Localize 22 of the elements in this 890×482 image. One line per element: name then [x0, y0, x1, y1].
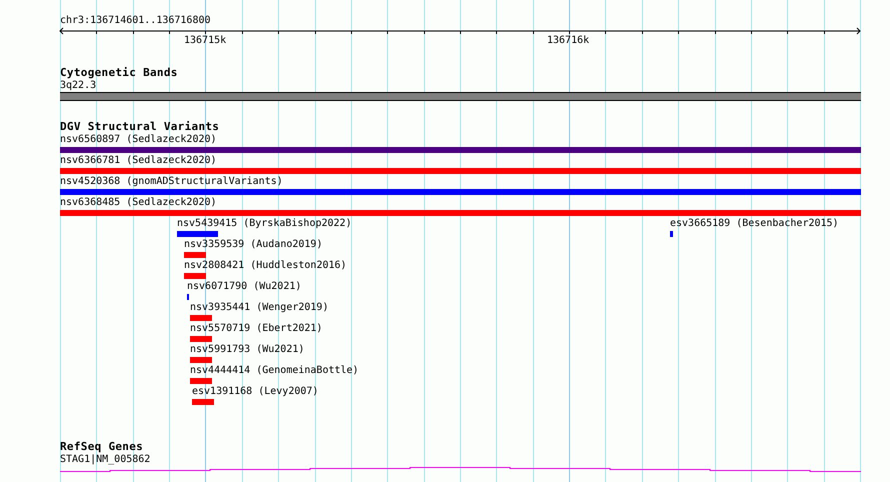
tick-label: 136715k	[184, 35, 226, 47]
variant-label: nsv4444414 (GenomeinaBottle)	[190, 365, 359, 377]
band-label: 3q22.3	[60, 80, 96, 92]
variant-label: nsv6368485 (Sedlazeck2020)	[60, 197, 217, 209]
variant-label: nsv5570719 (Ebert2021)	[190, 323, 322, 335]
variant-label: nsv5991793 (Wu2021)	[190, 344, 304, 356]
variant-label: nsv3359539 (Audano2019)	[184, 239, 322, 251]
variant-label: nsv6560897 (Sedlazeck2020)	[60, 134, 217, 146]
variant-label: nsv2808421 (Huddleston2016)	[184, 260, 347, 272]
location-label: chr3:136714601..136716800	[60, 15, 211, 27]
variant-label: nsv6071790 (Wu2021)	[187, 281, 302, 293]
variant-label: esv3665189 (Besenbacher2015)	[670, 218, 839, 230]
variant-label: nsv5439415 (ByrskaBishop2022)	[177, 218, 352, 230]
track-title: RefSeq Genes	[60, 441, 144, 453]
tick-label: 136716k	[547, 35, 590, 47]
track-title: Cytogenetic Bands	[60, 67, 178, 79]
variant-label: nsv3935441 (Wenger2019)	[190, 302, 328, 314]
track-title: DGV Structural Variants	[60, 121, 220, 133]
gene-label: STAG1|NM_005862	[60, 454, 150, 466]
variant-label: esv1391168 (Levy2007)	[192, 386, 318, 398]
variant-label: nsv6366781 (Sedlazeck2020)	[60, 155, 217, 167]
variant-label: nsv4520368 (gnomADStructuralVariants)	[60, 176, 283, 188]
